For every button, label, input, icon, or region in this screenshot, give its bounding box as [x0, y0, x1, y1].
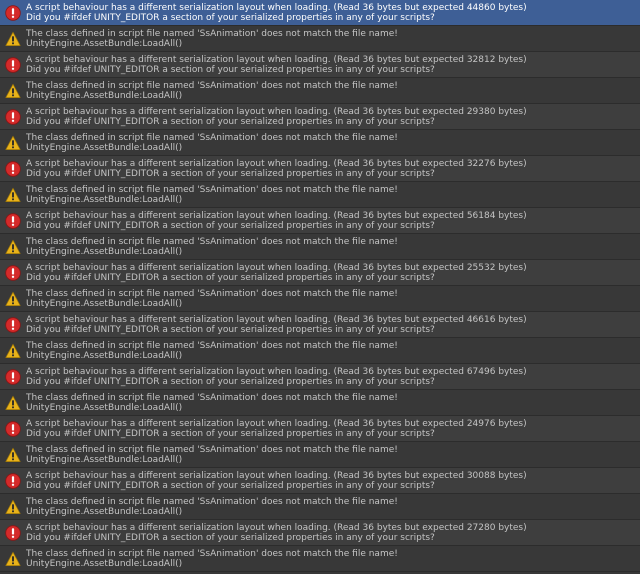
entry-message-line1: The class defined in script file named '…: [26, 393, 398, 403]
console-entry-warning[interactable]: The class defined in script file named '…: [0, 338, 640, 364]
entry-message-line2: Did you #ifdef UNITY_EDITOR a section of…: [26, 117, 435, 127]
warning-icon: [5, 551, 21, 567]
entry-message-line2: Did you #ifdef UNITY_EDITOR a section of…: [26, 325, 435, 335]
console-entry-warning[interactable]: The class defined in script file named '…: [0, 78, 640, 104]
entry-message-line1: A script behaviour has a different seria…: [26, 3, 527, 13]
error-icon: [5, 213, 21, 229]
console-entry-error[interactable]: A script behaviour has a different seria…: [0, 364, 640, 390]
warning-icon: [5, 395, 21, 411]
entry-message-line2: Did you #ifdef UNITY_EDITOR a section of…: [26, 13, 435, 23]
entry-message-line2: UnityEngine.AssetBundle:LoadAll(): [26, 91, 183, 101]
console-entry-warning[interactable]: The class defined in script file named '…: [0, 26, 640, 52]
console-entry-error[interactable]: A script behaviour has a different seria…: [0, 104, 640, 130]
entry-message-line1: A script behaviour has a different seria…: [26, 211, 527, 221]
entry-message-line1: The class defined in script file named '…: [26, 237, 398, 247]
warning-icon: [5, 83, 21, 99]
warning-icon: [5, 447, 21, 463]
console-entry-warning[interactable]: The class defined in script file named '…: [0, 130, 640, 156]
entry-message-line2: UnityEngine.AssetBundle:LoadAll(): [26, 351, 183, 361]
entry-message-line2: UnityEngine.AssetBundle:LoadAll(): [26, 455, 183, 465]
warning-icon: [5, 291, 21, 307]
warning-icon: [5, 187, 21, 203]
warning-icon: [5, 31, 21, 47]
entry-message-line1: A script behaviour has a different seria…: [26, 315, 527, 325]
console-entry-error[interactable]: A script behaviour has a different seria…: [0, 52, 640, 78]
console-entry-error[interactable]: A script behaviour has a different seria…: [0, 468, 640, 494]
entry-message-line2: Did you #ifdef UNITY_EDITOR a section of…: [26, 377, 435, 387]
entry-message-line2: UnityEngine.AssetBundle:LoadAll(): [26, 195, 183, 205]
error-icon: [5, 161, 21, 177]
console-entry-error[interactable]: A script behaviour has a different seria…: [0, 208, 640, 234]
console-entry-error[interactable]: A script behaviour has a different seria…: [0, 0, 640, 26]
error-icon: [5, 421, 21, 437]
warning-icon: [5, 135, 21, 151]
entry-message-line2: UnityEngine.AssetBundle:LoadAll(): [26, 507, 183, 517]
entry-message-line1: A script behaviour has a different seria…: [26, 263, 527, 273]
error-icon: [5, 369, 21, 385]
console-entry-error[interactable]: A script behaviour has a different seria…: [0, 312, 640, 338]
entry-message-line2: UnityEngine.AssetBundle:LoadAll(): [26, 39, 183, 49]
entry-message-line2: UnityEngine.AssetBundle:LoadAll(): [26, 559, 183, 569]
error-icon: [5, 473, 21, 489]
console-entry-warning[interactable]: The class defined in script file named '…: [0, 286, 640, 312]
entry-message-line1: A script behaviour has a different seria…: [26, 367, 527, 377]
entry-message-line1: A script behaviour has a different seria…: [26, 471, 527, 481]
entry-message-line1: A script behaviour has a different seria…: [26, 55, 527, 65]
entry-message-line1: The class defined in script file named '…: [26, 29, 398, 39]
entry-message-line2: UnityEngine.AssetBundle:LoadAll(): [26, 247, 183, 257]
entry-message-line2: Did you #ifdef UNITY_EDITOR a section of…: [26, 429, 435, 439]
entry-message-line1: The class defined in script file named '…: [26, 497, 398, 507]
console-entry-error[interactable]: A script behaviour has a different seria…: [0, 520, 640, 546]
entry-message-line1: The class defined in script file named '…: [26, 185, 398, 195]
warning-icon: [5, 343, 21, 359]
entry-message-line1: A script behaviour has a different seria…: [26, 107, 527, 117]
entry-message-line1: A script behaviour has a different seria…: [26, 159, 527, 169]
error-icon: [5, 109, 21, 125]
entry-message-line1: The class defined in script file named '…: [26, 81, 398, 91]
entry-message-line1: The class defined in script file named '…: [26, 133, 398, 143]
entry-message-line2: UnityEngine.AssetBundle:LoadAll(): [26, 403, 183, 413]
entry-message-line2: Did you #ifdef UNITY_EDITOR a section of…: [26, 273, 435, 283]
entry-message-line2: UnityEngine.AssetBundle:LoadAll(): [26, 299, 183, 309]
error-icon: [5, 525, 21, 541]
entry-message-line2: Did you #ifdef UNITY_EDITOR a section of…: [26, 65, 435, 75]
entry-message-line2: Did you #ifdef UNITY_EDITOR a section of…: [26, 481, 435, 491]
entry-message-line1: A script behaviour has a different seria…: [26, 419, 527, 429]
console-entry-warning[interactable]: The class defined in script file named '…: [0, 234, 640, 260]
error-icon: [5, 317, 21, 333]
console-entry-warning[interactable]: The class defined in script file named '…: [0, 390, 640, 416]
entry-message-line1: The class defined in script file named '…: [26, 289, 398, 299]
console-entry-error[interactable]: A script behaviour has a different seria…: [0, 156, 640, 182]
entry-message-line1: The class defined in script file named '…: [26, 549, 398, 559]
entry-message-line2: UnityEngine.AssetBundle:LoadAll(): [26, 143, 183, 153]
entry-message-line2: Did you #ifdef UNITY_EDITOR a section of…: [26, 533, 435, 543]
entry-message-line2: Did you #ifdef UNITY_EDITOR a section of…: [26, 169, 435, 179]
error-icon: [5, 57, 21, 73]
console-entry-error[interactable]: A script behaviour has a different seria…: [0, 260, 640, 286]
console-entry-warning[interactable]: The class defined in script file named '…: [0, 546, 640, 572]
error-icon: [5, 5, 21, 21]
entry-message-line2: Did you #ifdef UNITY_EDITOR a section of…: [26, 221, 435, 231]
console-log-list: A script behaviour has a different seria…: [0, 0, 640, 574]
entry-message-line1: A script behaviour has a different seria…: [26, 523, 527, 533]
entry-message-line1: The class defined in script file named '…: [26, 341, 398, 351]
error-icon: [5, 265, 21, 281]
entry-message-line1: The class defined in script file named '…: [26, 445, 398, 455]
console-entry-warning[interactable]: The class defined in script file named '…: [0, 442, 640, 468]
console-entry-error[interactable]: A script behaviour has a different seria…: [0, 416, 640, 442]
console-entry-warning[interactable]: The class defined in script file named '…: [0, 182, 640, 208]
warning-icon: [5, 239, 21, 255]
warning-icon: [5, 499, 21, 515]
console-entry-warning[interactable]: The class defined in script file named '…: [0, 494, 640, 520]
